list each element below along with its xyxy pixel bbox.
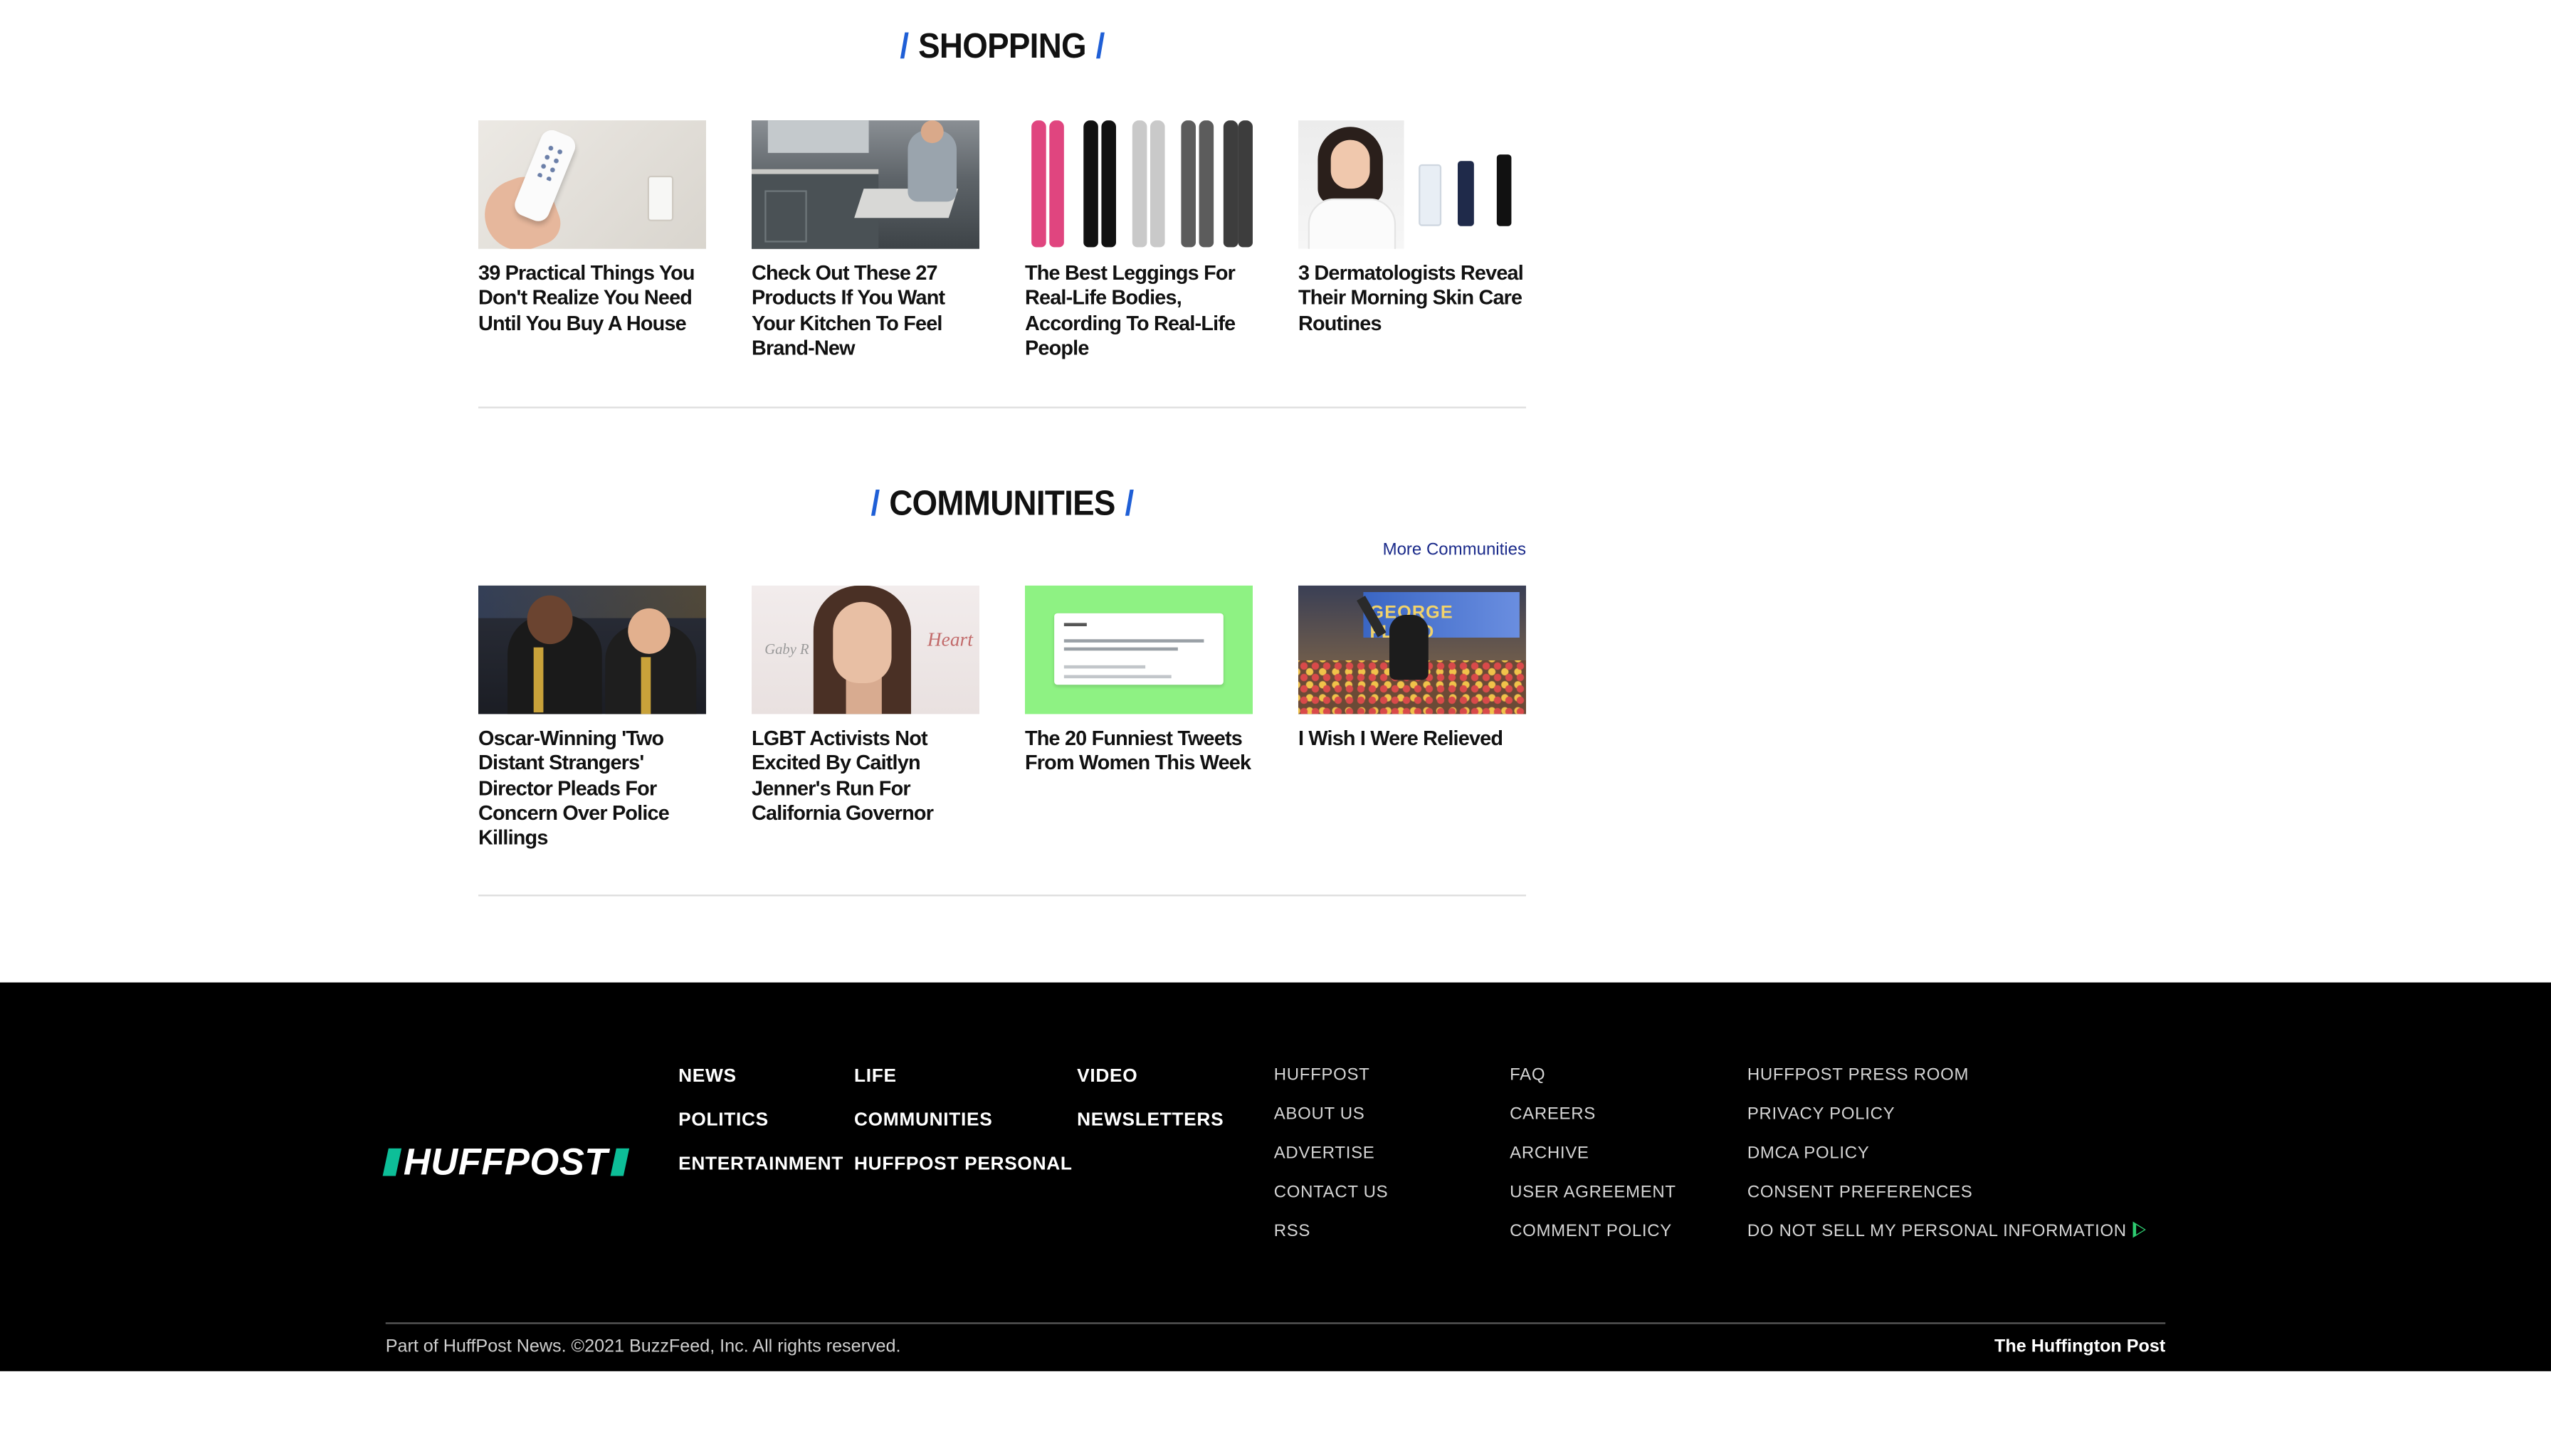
communities-card[interactable]: I Wish I Were Relieved [1298, 585, 1526, 852]
card-thumbnail[interactable] [751, 120, 979, 249]
card-thumbnail[interactable] [1298, 585, 1526, 714]
footer-link-archive[interactable]: ARCHIVE [1510, 1144, 1589, 1163]
card-thumbnail[interactable]: Gaby R Heart [751, 585, 979, 714]
card-thumbnail[interactable] [1298, 120, 1526, 249]
section-divider [478, 895, 1526, 897]
footer-nav-communities[interactable]: COMMUNITIES [854, 1111, 992, 1130]
footer-nav-entertainment[interactable]: ENTERTAINMENT [678, 1155, 843, 1174]
thumbnail-logo-text: Gaby R [764, 640, 809, 658]
card-thumbnail[interactable] [1024, 585, 1253, 714]
communities-card[interactable]: The 20 Funniest Tweets From Women This W… [1024, 585, 1253, 852]
logo-wordmark: HUFFPOST [403, 1139, 608, 1182]
footer-divider [385, 1322, 2166, 1324]
footer-brand-name: The Huffington Post [1994, 1336, 2166, 1357]
communities-cards: Oscar-Winning 'Two Distant Strangers' Di… [478, 585, 1526, 852]
footer-nav-news[interactable]: NEWS [678, 1067, 737, 1086]
card-title[interactable]: The 20 Funniest Tweets From Women This W… [1025, 727, 1253, 777]
footer-link-careers[interactable]: CAREERS [1510, 1104, 1596, 1124]
card-thumbnail[interactable] [1024, 120, 1253, 249]
section-divider [478, 406, 1526, 408]
communities-card[interactable]: Gaby R Heart LGBT Activists Not Excited … [751, 585, 979, 852]
footer-nav-video[interactable]: VIDEO [1077, 1067, 1137, 1086]
card-title[interactable]: 3 Dermatologists Reveal Their Morning Sk… [1298, 262, 1526, 337]
footer-link-dmca-policy[interactable]: DMCA POLICY [1747, 1144, 1870, 1163]
privacy-options-icon [2132, 1221, 2147, 1238]
card-title[interactable]: 39 Practical Things You Don't Realize Yo… [478, 262, 706, 337]
shopping-cards: 39 Practical Things You Don't Realize Yo… [478, 120, 1526, 362]
site-footer: HUFFPOST NEWS POLITICS ENTERTAINMENT LIF… [0, 982, 2551, 1371]
heading-slash-left: / [900, 28, 909, 67]
more-communities-link[interactable]: More Communities [1383, 540, 1526, 559]
card-title[interactable]: I Wish I Were Relieved [1298, 727, 1526, 752]
card-title[interactable]: Check Out These 27 Products If You Want … [752, 262, 979, 362]
communities-section: / COMMUNITIES / More Communities Oscar-Win… [478, 485, 1526, 895]
page: / SHOPPING/ 39 Practical Things You Don't… [0, 0, 2551, 1456]
footer-link-rss[interactable]: RSS [1274, 1222, 1310, 1241]
card-title[interactable]: LGBT Activists Not Excited By Caitlyn Je… [752, 727, 979, 827]
heading-slash-left: / [871, 485, 880, 524]
footer-link-privacy-policy[interactable]: PRIVACY POLICY [1747, 1104, 1895, 1124]
shopping-heading: / SHOPPING / [478, 28, 1526, 68]
footer-link-contact-us[interactable]: CONTACT US [1274, 1183, 1389, 1202]
card-title[interactable]: Oscar-Winning 'Two Distant Strangers' Di… [478, 727, 706, 852]
footer-link-press-room[interactable]: HUFFPOST PRESS ROOM [1747, 1065, 1969, 1085]
footer-link-advertise[interactable]: ADVERTISE [1274, 1144, 1375, 1163]
thumbnail-logo-text: Heart [927, 628, 973, 651]
shopping-card[interactable]: Check Out These 27 Products If You Want … [751, 120, 979, 362]
footer-link-consent-preferences[interactable]: CONSENT PREFERENCES [1747, 1183, 1973, 1202]
shopping-card[interactable]: 3 Dermatologists Reveal Their Morning Sk… [1298, 120, 1526, 362]
card-thumbnail[interactable] [478, 120, 706, 249]
card-thumbnail[interactable] [478, 585, 706, 714]
copyright-text: Part of HuffPost News. ©2021 BuzzFeed, I… [385, 1336, 901, 1357]
heading-slash-right: / [1095, 28, 1105, 67]
shopping-card[interactable]: 39 Practical Things You Don't Realize Yo… [478, 120, 706, 362]
footer-link-about-us[interactable]: ABOUT US [1274, 1104, 1365, 1124]
footer-link-huffpost[interactable]: HUFFPOST [1274, 1065, 1370, 1085]
communities-heading: / COMMUNITIES / [478, 485, 1526, 525]
shopping-title: SHOPPING [918, 28, 1087, 67]
footer-link-do-not-sell[interactable]: DO NOT SELL MY PERSONAL INFORMATION [1747, 1221, 2147, 1241]
do-not-sell-label: DO NOT SELL MY PERSONAL INFORMATION [1747, 1221, 2127, 1241]
footer-nav-newsletters[interactable]: NEWSLETTERS [1077, 1111, 1224, 1130]
card-title[interactable]: The Best Leggings For Real-Life Bodies, … [1025, 262, 1253, 362]
logo-bar-icon [609, 1147, 629, 1176]
huffpost-logo[interactable]: HUFFPOST [382, 1139, 629, 1182]
logo-bar-icon [382, 1147, 402, 1176]
heading-slash-right: / [1125, 485, 1134, 524]
footer-link-faq[interactable]: FAQ [1510, 1065, 1545, 1085]
footer-nav-life[interactable]: LIFE [854, 1067, 897, 1086]
communities-card[interactable]: Oscar-Winning 'Two Distant Strangers' Di… [478, 585, 706, 852]
shopping-section: / SHOPPING/ 39 Practical Things You Don't… [478, 28, 1526, 406]
footer-link-user-agreement[interactable]: USER AGREEMENT [1510, 1183, 1676, 1202]
communities-title: COMMUNITIES [889, 485, 1115, 524]
footer-nav-huffpost-personal[interactable]: HUFFPOST PERSONAL [854, 1155, 1073, 1174]
footer-nav-politics[interactable]: POLITICS [678, 1111, 769, 1130]
shopping-card[interactable]: The Best Leggings For Real-Life Bodies, … [1024, 120, 1253, 362]
footer-link-comment-policy[interactable]: COMMENT POLICY [1510, 1222, 1672, 1241]
